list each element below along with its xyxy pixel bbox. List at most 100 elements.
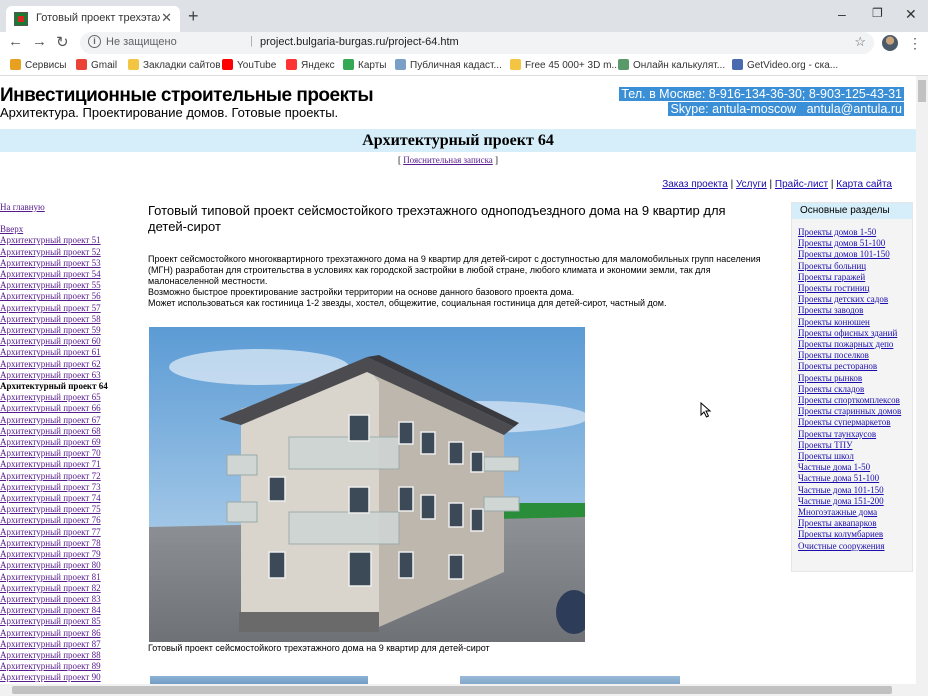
section-link[interactable]: Многоэтажные дома	[798, 507, 877, 517]
leftnav-item[interactable]: Архитектурный проект 82	[0, 583, 101, 593]
section-link[interactable]: Проекты школ	[798, 451, 854, 461]
leftnav-item[interactable]: Архитектурный проект 62	[0, 359, 101, 369]
section-link[interactable]: Проекты ресторанов	[798, 361, 877, 371]
leftnav-item[interactable]: Архитектурный проект 69	[0, 437, 101, 447]
leftnav-item[interactable]: Архитектурный проект 63	[0, 370, 101, 380]
leftnav-item[interactable]: Архитектурный проект 58	[0, 314, 101, 324]
leftnav-item[interactable]: Архитектурный проект 61	[0, 347, 101, 357]
section-link[interactable]: Проекты гаражей	[798, 272, 865, 282]
reload-icon[interactable]: ↻	[56, 33, 69, 51]
bookmark-item[interactable]: Публичная кадаст...	[395, 59, 502, 71]
tab-active[interactable]: Готовый проект трехэтажного д ✕	[6, 6, 180, 32]
leftnav-item[interactable]: Архитектурный проект 51	[0, 235, 101, 245]
section-link[interactable]: Проекты спорткомплексов	[798, 395, 900, 405]
section-link[interactable]: Проекты поселков	[798, 350, 869, 360]
leftnav-item[interactable]: Архитектурный проект 88	[0, 650, 101, 660]
bookmark-item[interactable]: Free 45 000+ 3D m...	[510, 59, 620, 71]
top-link[interactable]: Карта сайта	[836, 179, 892, 190]
leftnav-item[interactable]: Архитектурный проект 84	[0, 605, 101, 615]
leftnav-item[interactable]: Архитектурный проект 87	[0, 639, 101, 649]
bookmark-item[interactable]: Gmail	[76, 59, 117, 71]
section-link[interactable]: Проекты таунхаусов	[798, 429, 876, 439]
vertical-scrollbar[interactable]	[916, 76, 928, 684]
section-link[interactable]: Проекты домов 51-100	[798, 238, 885, 248]
section-link[interactable]: Проекты больниц	[798, 261, 866, 271]
leftnav-item[interactable]: Архитектурный проект 80	[0, 560, 101, 570]
section-link[interactable]: Проекты домов 101-150	[798, 249, 890, 259]
section-link[interactable]: Проекты гостиниц	[798, 283, 869, 293]
section-link[interactable]: Проекты ТПУ	[798, 440, 852, 450]
section-link[interactable]: Частные дома 151-200	[798, 496, 884, 506]
bookmark-item[interactable]: Сервисы	[10, 59, 66, 71]
minimize-icon[interactable]: –	[838, 6, 846, 22]
section-link[interactable]: Проекты рынков	[798, 373, 862, 383]
leftnav-item[interactable]: Архитектурный проект 78	[0, 538, 101, 548]
leftnav-item[interactable]: Архитектурный проект 85	[0, 616, 101, 626]
restore-icon[interactable]: ❐	[872, 6, 883, 20]
up-link[interactable]: Вверх	[0, 224, 23, 234]
section-link[interactable]: Проекты домов 1-50	[798, 227, 876, 237]
section-link[interactable]: Очистные сооружения	[798, 541, 885, 551]
section-link[interactable]: Частные дома 51-100	[798, 473, 879, 483]
leftnav-item[interactable]: Архитектурный проект 70	[0, 448, 101, 458]
leftnav-item[interactable]: Архитектурный проект 71	[0, 459, 101, 469]
leftnav-item[interactable]: Архитектурный проект 54	[0, 269, 101, 279]
leftnav-item[interactable]: Архитектурный проект 83	[0, 594, 101, 604]
leftnav-item[interactable]: Архитектурный проект 76	[0, 515, 101, 525]
top-link[interactable]: Заказ проекта	[662, 179, 728, 190]
horizontal-scroll-thumb[interactable]	[12, 686, 892, 694]
leftnav-item[interactable]: Архитектурный проект 52	[0, 247, 101, 257]
leftnav-item[interactable]: Архитектурный проект 56	[0, 291, 101, 301]
url-text[interactable]: project.bulgaria-burgas.ru/project-64.ht…	[260, 36, 459, 48]
leftnav-item[interactable]: Архитектурный проект 65	[0, 392, 101, 402]
leftnav-item[interactable]: Архитектурный проект 68	[0, 426, 101, 436]
profile-avatar[interactable]	[882, 35, 898, 51]
leftnav-item[interactable]: Архитектурный проект 59	[0, 325, 101, 335]
leftnav-item[interactable]: Архитектурный проект 53	[0, 258, 101, 268]
leftnav-item[interactable]: Архитектурный проект 86	[0, 628, 101, 638]
horizontal-scrollbar[interactable]	[0, 684, 928, 696]
bookmark-item[interactable]: Яндекс	[286, 59, 335, 71]
leftnav-item[interactable]: Архитектурный проект 57	[0, 303, 101, 313]
section-link[interactable]: Проекты пожарных депо	[798, 339, 893, 349]
section-link[interactable]: Проекты офисных зданий	[798, 328, 897, 338]
section-link[interactable]: Проекты детских садов	[798, 294, 888, 304]
leftnav-item[interactable]: Архитектурный проект 89	[0, 661, 101, 671]
leftnav-item[interactable]: Архитектурный проект 74	[0, 493, 101, 503]
address-bar[interactable]: i Не защищено | project.bulgaria-burgas.…	[80, 32, 874, 54]
section-link[interactable]: Проекты аквапарков	[798, 518, 876, 528]
leftnav-item[interactable]: Архитектурный проект 73	[0, 482, 101, 492]
section-link[interactable]: Частные дома 101-150	[798, 485, 884, 495]
bookmark-item[interactable]: Закладки сайтов	[128, 59, 221, 71]
home-link[interactable]: На главную	[0, 202, 45, 212]
top-link[interactable]: Прайс-лист	[775, 179, 828, 190]
close-tab-icon[interactable]: ✕	[161, 10, 172, 26]
section-link[interactable]: Проекты конюшен	[798, 317, 870, 327]
bookmark-star-icon[interactable]: ☆	[854, 34, 866, 50]
top-link[interactable]: Услуги	[736, 179, 767, 190]
section-link[interactable]: Проекты старинных домов	[798, 406, 901, 416]
new-tab-icon[interactable]: +	[188, 6, 199, 27]
section-link[interactable]: Проекты складов	[798, 384, 864, 394]
leftnav-item[interactable]: Архитектурный проект 81	[0, 572, 101, 582]
bookmark-item[interactable]: YouTube	[222, 59, 276, 71]
leftnav-item[interactable]: Архитектурный проект 60	[0, 336, 101, 346]
leftnav-item[interactable]: Архитектурный проект 66	[0, 403, 101, 413]
leftnav-item[interactable]: Архитектурный проект 72	[0, 471, 101, 481]
leftnav-item[interactable]: Архитектурный проект 55	[0, 280, 101, 290]
window-close-icon[interactable]: ✕	[905, 6, 917, 23]
vertical-scroll-thumb[interactable]	[918, 80, 926, 102]
leftnav-item[interactable]: Архитектурный проект 90	[0, 672, 101, 682]
section-link[interactable]: Проекты заводов	[798, 305, 863, 315]
leftnav-item[interactable]: Архитектурный проект 77	[0, 527, 101, 537]
leftnav-item[interactable]: Архитектурный проект 75	[0, 504, 101, 514]
forward-icon[interactable]: →	[32, 33, 47, 50]
leftnav-item[interactable]: Архитектурный проект 79	[0, 549, 101, 559]
kebab-menu-icon[interactable]: ⋮	[908, 35, 922, 52]
section-link[interactable]: Частные дома 1-50	[798, 462, 870, 472]
explanatory-note-link[interactable]: Пояснительная записка	[403, 155, 493, 165]
section-link[interactable]: Проекты супермаркетов	[798, 417, 890, 427]
section-link[interactable]: Проекты колумбариев	[798, 529, 883, 539]
bookmark-item[interactable]: Онлайн калькулят...	[618, 59, 725, 71]
bookmark-item[interactable]: Карты	[343, 59, 387, 71]
